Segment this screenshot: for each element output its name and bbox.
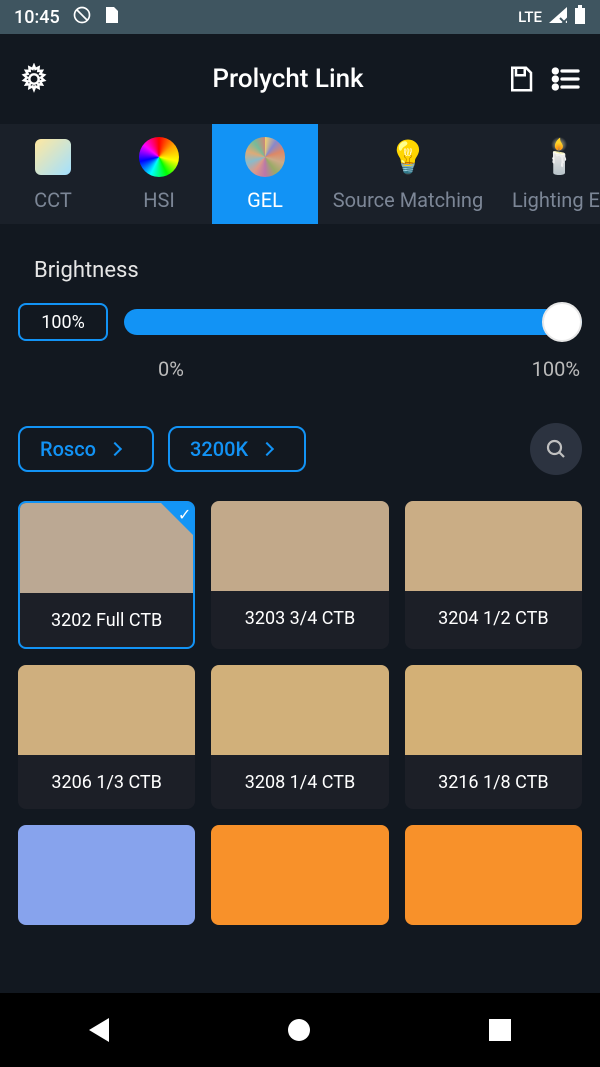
- network-label: LTE: [518, 8, 542, 26]
- slider-max-label: 100%: [532, 357, 580, 381]
- tab-lighting-effects[interactable]: 🕯️ Lighting Ef: [498, 124, 600, 224]
- gel-card[interactable]: [405, 825, 582, 925]
- nav-home-button[interactable]: [288, 1019, 310, 1041]
- brightness-value: 100%: [41, 312, 85, 333]
- gel-card[interactable]: ✓ 3202 Full CTB: [18, 501, 195, 649]
- gel-card[interactable]: [18, 825, 195, 925]
- gel-swatch: [405, 825, 582, 925]
- brightness-value-pill[interactable]: 100%: [18, 303, 108, 341]
- android-nav-bar: [0, 993, 600, 1067]
- gel-label: 3204 1/2 CTB: [405, 591, 582, 645]
- tab-source-matching[interactable]: 💡 Source Matching: [318, 124, 498, 224]
- page-title: Prolycht Link: [84, 64, 492, 94]
- temperature-filter[interactable]: 3200K: [168, 426, 306, 472]
- signal-icon: [548, 6, 568, 29]
- mode-tabs: CCT HSI GEL 💡 Source Matching 🕯️ Lightin…: [0, 124, 600, 224]
- gel-swatch: [405, 501, 582, 591]
- gel-swatch: [405, 665, 582, 755]
- brightness-title: Brightness: [34, 258, 582, 283]
- gel-card[interactable]: 3206 1/3 CTB: [18, 665, 195, 809]
- gel-label: 3202 Full CTB: [20, 593, 193, 647]
- tab-label: HSI: [143, 188, 175, 212]
- bulb-icon: 💡: [387, 136, 429, 178]
- brightness-slider[interactable]: [124, 309, 582, 335]
- gel-swatch: [18, 825, 195, 925]
- sd-card-icon: [104, 5, 120, 30]
- status-bar: 10:45 LTE: [0, 0, 600, 34]
- no-disturb-icon: [72, 5, 92, 30]
- slider-min-label: 0%: [158, 357, 184, 381]
- brand-label: Rosco: [40, 437, 96, 461]
- gel-card[interactable]: [211, 825, 388, 925]
- search-button[interactable]: [530, 423, 582, 475]
- status-time: 10:45: [14, 7, 60, 28]
- tab-cct[interactable]: CCT: [0, 124, 106, 224]
- gel-label: 3206 1/3 CTB: [18, 755, 195, 809]
- slider-thumb[interactable]: [542, 302, 582, 342]
- gel-card[interactable]: 3208 1/4 CTB: [211, 665, 388, 809]
- gel-swatch: [211, 665, 388, 755]
- temp-label: 3200K: [190, 437, 248, 461]
- tab-gel[interactable]: GEL: [212, 124, 318, 224]
- settings-button[interactable]: [18, 63, 50, 95]
- tab-label: CCT: [34, 188, 72, 212]
- brand-filter[interactable]: Rosco: [18, 426, 154, 472]
- nav-recent-button[interactable]: [489, 1019, 511, 1041]
- check-icon: ✓: [178, 505, 191, 524]
- gel-card[interactable]: 3203 3/4 CTB: [211, 501, 388, 649]
- brightness-control: 100%: [18, 303, 582, 341]
- menu-button[interactable]: [550, 63, 582, 95]
- tab-label: Source Matching: [333, 188, 483, 212]
- content-area: Brightness 100% 0% 100% Rosco 3200K ✓: [0, 224, 600, 925]
- gel-card[interactable]: 3204 1/2 CTB: [405, 501, 582, 649]
- nav-back-button[interactable]: [89, 1018, 109, 1042]
- gel-swatch: [211, 501, 388, 591]
- tab-label: Lighting Ef: [512, 188, 600, 212]
- gel-card[interactable]: 3216 1/8 CTB: [405, 665, 582, 809]
- cct-icon: [32, 136, 74, 178]
- save-button[interactable]: [506, 64, 536, 94]
- chevron-right-icon: [260, 442, 274, 456]
- gel-icon: [244, 136, 286, 178]
- gel-swatch: [18, 665, 195, 755]
- chevron-right-icon: [108, 442, 122, 456]
- tab-hsi[interactable]: HSI: [106, 124, 212, 224]
- gel-label: 3203 3/4 CTB: [211, 591, 388, 645]
- gel-label: 3208 1/4 CTB: [211, 755, 388, 809]
- candle-icon: 🕯️: [538, 136, 580, 178]
- hsi-icon: [138, 136, 180, 178]
- filter-row: Rosco 3200K: [18, 423, 582, 475]
- gel-label: 3216 1/8 CTB: [405, 755, 582, 809]
- gel-grid: ✓ 3202 Full CTB 3203 3/4 CTB 3204 1/2 CT…: [18, 501, 582, 925]
- battery-icon: [574, 5, 586, 30]
- app-header: Prolycht Link: [0, 34, 600, 124]
- gel-swatch: [211, 825, 388, 925]
- tab-label: GEL: [247, 188, 283, 212]
